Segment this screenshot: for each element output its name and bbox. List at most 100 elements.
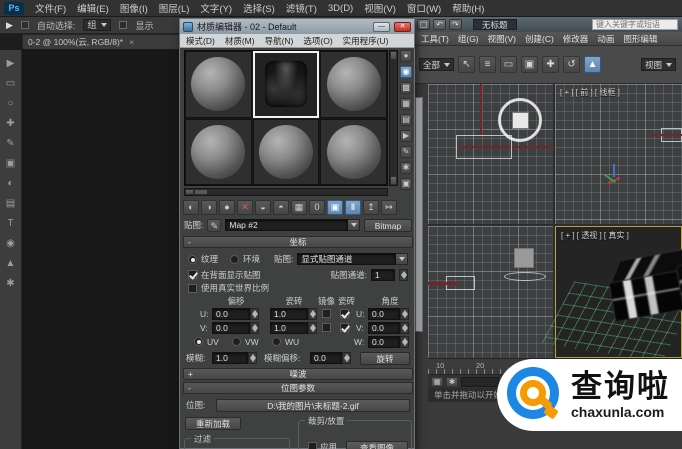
max-menu-item[interactable]: 动画 (597, 33, 614, 45)
scroll-down-icon[interactable] (390, 176, 397, 185)
material-slot-selected[interactable] (253, 51, 320, 118)
me-menu-item[interactable]: 选项(O) (303, 35, 332, 47)
ps-menu-item[interactable]: 窗口(W) (407, 1, 441, 15)
view-image-button[interactable]: 查看图像 (346, 441, 408, 449)
bitmap-params-rollout[interactable]: - 位图参数 (183, 382, 413, 394)
ps-zoom-tool-icon[interactable]: ▲ (6, 258, 16, 269)
v-angle-field[interactable]: 0.0 (368, 322, 400, 334)
me-menu-item[interactable]: 实用程序(U) (343, 35, 389, 47)
ps-menu-item[interactable]: 文字(Y) (200, 1, 232, 15)
viewport-perspective-label[interactable]: [ + ] [ 透视 ] [ 真实 ] (561, 230, 629, 241)
make-material-copy-icon[interactable]: ◒ (255, 200, 271, 215)
material-slot[interactable] (185, 51, 252, 118)
rect-selection-region-icon[interactable]: ▭ (500, 56, 517, 73)
noise-rollout[interactable]: + 噪波 (183, 368, 413, 380)
ps-lasso-tool-icon[interactable]: ○ (7, 98, 13, 109)
material-slot[interactable] (320, 119, 387, 186)
bitmap-path-button[interactable]: D:\我的图片\未标题-2.gif (216, 399, 410, 412)
options-icon[interactable]: ✎ (400, 146, 412, 158)
video-color-check-icon[interactable]: ▤ (400, 114, 412, 126)
apply-checkbox[interactable] (308, 442, 317, 449)
select-and-rotate-icon[interactable]: ↺ (563, 56, 580, 73)
ps-menu-item[interactable]: 图像(I) (120, 1, 148, 15)
max-menu-item[interactable]: 修改器 (563, 33, 589, 45)
material-id-channel-icon[interactable]: 0 (309, 200, 325, 215)
w-angle-spinner[interactable] (400, 336, 409, 348)
key-filter-icon[interactable]: ✱ (446, 377, 458, 387)
map-channel-field[interactable]: 1 (371, 269, 395, 281)
ps-shape-tool-icon[interactable]: ✱ (6, 278, 14, 289)
viewport-perspective[interactable]: [ + ] [ 透视 ] [ 真实 ] (555, 226, 682, 358)
scroll-left-icon[interactable] (185, 189, 194, 195)
go-to-parent-icon[interactable]: ↥ (363, 200, 379, 215)
u-offset-field[interactable]: 0.0 (212, 308, 250, 320)
w-angle-field[interactable]: 0.0 (368, 336, 400, 348)
ps-document-tab[interactable]: 0-2 @ 100%(云, RGB/8)* × (22, 34, 182, 49)
get-material-icon[interactable]: ◐ (183, 200, 199, 215)
ps-menu-item[interactable]: 帮助(H) (452, 1, 484, 15)
put-to-library-icon[interactable]: ▦ (291, 200, 307, 215)
ps-stamp-tool-icon[interactable]: ▣ (6, 158, 15, 169)
mapping-combo[interactable]: 显式贴图通道 (297, 253, 408, 265)
ps-menu-item[interactable]: 文件(F) (35, 1, 66, 15)
grid-snap-icon[interactable]: ▦ (431, 377, 443, 387)
view-combo[interactable]: 视图 (641, 58, 676, 71)
v-offset-field[interactable]: 0.0 (212, 322, 250, 334)
viewport-front[interactable]: [ + ] [ 前 ] [ 线框 ] (555, 84, 682, 224)
u-tile-checkbox[interactable] (340, 309, 349, 318)
auto-select-checkbox[interactable] (21, 21, 29, 29)
texture-radio[interactable] (188, 255, 197, 264)
eyedropper-icon[interactable]: ✎ (207, 219, 221, 232)
coordinates-rollout[interactable]: - 坐标 (183, 236, 413, 248)
max-menu-item[interactable]: 组(G) (458, 33, 479, 45)
material-slot[interactable] (253, 119, 320, 186)
redo-icon[interactable]: ↷ (449, 19, 462, 30)
map-channel-spinner[interactable] (399, 269, 408, 281)
me-menu-item[interactable]: 模式(D) (186, 35, 215, 47)
vw-radio[interactable] (232, 337, 241, 346)
ps-pen-tool-icon[interactable]: ✎ (6, 138, 14, 149)
max-menu-item[interactable]: 工具(T) (421, 33, 449, 45)
sample-type-icon[interactable]: ● (400, 50, 412, 62)
v-angle-spinner[interactable] (400, 322, 409, 334)
reset-map-icon[interactable]: ✕ (237, 200, 253, 215)
select-by-material-icon[interactable]: ✱ (400, 162, 412, 174)
u-angle-field[interactable]: 0.0 (368, 308, 400, 320)
wu-radio[interactable] (272, 337, 281, 346)
ps-menu-item[interactable]: 滤镜(T) (286, 1, 317, 15)
v-tile-spinner[interactable] (308, 322, 317, 334)
blur-offset-spinner[interactable] (342, 352, 351, 364)
tab-close-icon[interactable]: × (129, 37, 134, 47)
material-slot[interactable] (320, 51, 387, 118)
viewport-bottom[interactable] (428, 226, 553, 358)
material-editor-title-bar[interactable]: 材质编辑器 - 02 - Default — ✕ (180, 19, 414, 34)
show-on-back-checkbox[interactable] (188, 270, 197, 279)
assign-material-icon[interactable]: ● (219, 200, 235, 215)
viewport-front-label[interactable]: [ + ] [ 前 ] [ 线框 ] (560, 87, 620, 98)
ps-menu-item[interactable]: 选择(S) (243, 1, 275, 15)
blur-spinner[interactable] (248, 352, 257, 364)
real-world-checkbox[interactable] (188, 284, 197, 293)
u-tile-field[interactable]: 1.0 (270, 308, 308, 320)
ps-gradient-tool-icon[interactable]: ▤ (6, 198, 15, 209)
selection-filter-combo[interactable]: 全部 (419, 58, 454, 71)
viewport-top[interactable] (428, 84, 553, 224)
map-name-combo[interactable]: Map #2 (225, 219, 360, 231)
ps-type-tool-icon[interactable]: T (7, 218, 13, 229)
u-angle-spinner[interactable] (400, 308, 409, 320)
uv-radio[interactable] (194, 337, 203, 346)
v-tile-field[interactable]: 1.0 (270, 322, 308, 334)
slots-horizontal-scrollbar[interactable] (184, 188, 388, 196)
box-object[interactable] (514, 248, 534, 268)
ps-dodge-tool-icon[interactable]: ◐ (7, 178, 13, 189)
me-menu-item[interactable]: 材质(M) (225, 35, 255, 47)
minimize-icon[interactable]: — (373, 22, 390, 32)
ps-hand-tool-icon[interactable]: ◉ (6, 238, 15, 249)
ps-menu-item[interactable]: 编辑(E) (77, 1, 109, 15)
auto-select-combo[interactable]: 组 (83, 19, 111, 31)
ps-menu-item[interactable]: 视图(V) (364, 1, 396, 15)
undo-icon[interactable]: ↶ (433, 19, 446, 30)
v-mirror-checkbox[interactable] (322, 323, 331, 332)
ps-menu-item[interactable]: 图层(L) (159, 1, 190, 15)
textured-box-object[interactable] (605, 248, 682, 326)
